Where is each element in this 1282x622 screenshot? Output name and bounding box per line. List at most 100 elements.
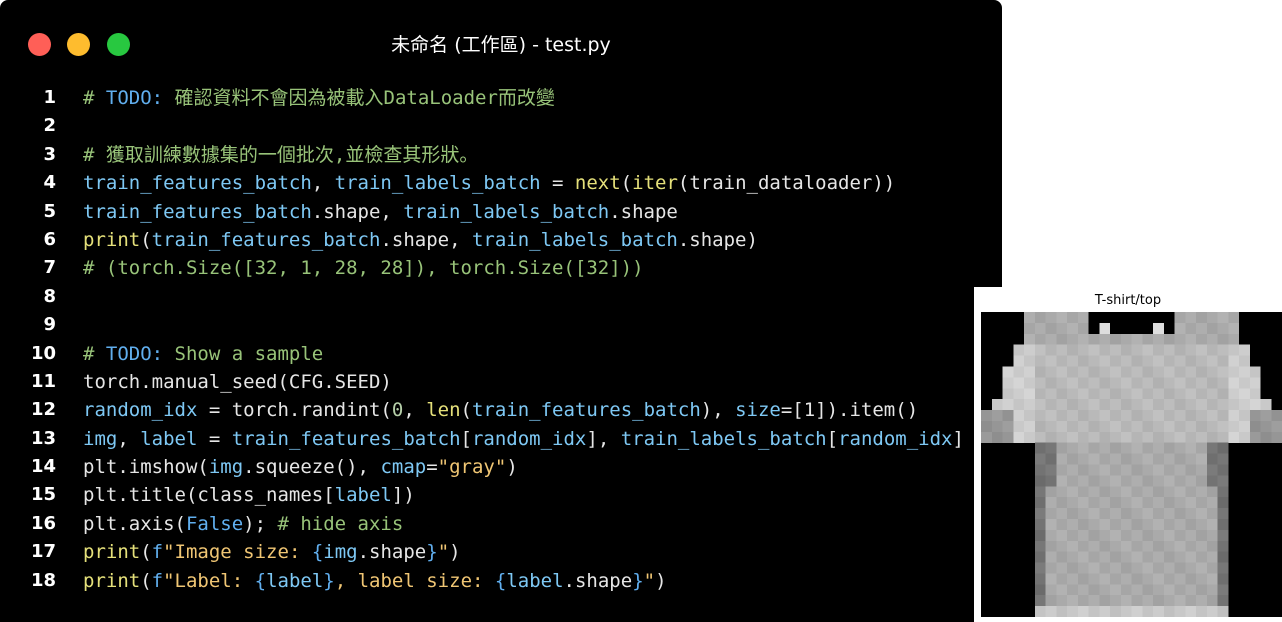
image-pixel	[1067, 333, 1078, 345]
image-pixel	[1056, 453, 1068, 465]
image-pixel	[1077, 453, 1089, 465]
image-pixel	[1142, 606, 1154, 617]
image-pixel	[1034, 333, 1046, 345]
image-pixel	[1099, 420, 1111, 433]
image-pixel	[1088, 497, 1100, 509]
code-line[interactable]: 10 # TODO: Show a sample	[0, 340, 1002, 368]
image-pixel	[1034, 453, 1046, 465]
code-line[interactable]: 6 print(train_features_batch.shape, train…	[0, 226, 1002, 254]
image-pixel	[1153, 388, 1164, 400]
image-pixel	[1163, 595, 1175, 607]
image-pixel	[1239, 410, 1250, 422]
image-pixel	[1099, 518, 1111, 531]
image-pixel	[1120, 410, 1132, 422]
image-pixel	[1206, 529, 1218, 541]
code-token: train_features_batch	[151, 228, 381, 251]
image-pixel	[1088, 562, 1100, 574]
code-token: {	[311, 541, 324, 564]
code-line[interactable]: 18 print(f"Label: {label}, label size: {l…	[0, 567, 1002, 595]
code-token: size	[735, 399, 781, 422]
line-number: 12	[30, 399, 56, 421]
code-line[interactable]: 5 train_features_batch.shape, train_label…	[0, 198, 1002, 226]
image-pixel	[1206, 595, 1218, 607]
image-pixel	[1163, 562, 1175, 574]
image-pixel	[1163, 399, 1175, 411]
image-pixel	[1174, 540, 1186, 552]
image-pixel	[991, 431, 1003, 443]
code-token: train_labels_batch	[471, 228, 678, 251]
code-line[interactable]: 7 # (torch.Size([32, 1, 28, 28]), torch.S…	[0, 254, 1002, 282]
image-pixel	[1045, 518, 1057, 531]
code-token: ,	[311, 172, 335, 195]
code-line[interactable]: 9	[0, 311, 1002, 339]
code-line[interactable]: 3 # 獲取訓練數據集的一個批次,並檢查其形狀。	[0, 141, 1002, 169]
image-pixel	[1174, 344, 1186, 356]
image-pixel	[1228, 355, 1240, 367]
image-pixel	[1206, 355, 1218, 367]
line-number: 2	[43, 115, 56, 137]
code-token: }	[632, 569, 644, 592]
image-pixel	[1077, 377, 1089, 389]
image-pixel	[1077, 355, 1089, 367]
code-area[interactable]: 1 # TODO: 確認資料不會因為被載入DataLoader而改變 2 3 # 獲取訓…	[0, 84, 1002, 595]
code-line[interactable]: 1 # TODO: 確認資料不會因為被載入DataLoader而改變	[0, 84, 1002, 112]
image-pixel	[1045, 540, 1057, 552]
image-pixel	[1120, 606, 1132, 617]
image-pixel	[1163, 333, 1175, 345]
image-pixel	[1067, 497, 1078, 509]
image-pixel	[1110, 420, 1121, 433]
image-pixel	[1067, 312, 1078, 324]
image-pixel	[1217, 410, 1229, 422]
image-pixel	[1067, 529, 1078, 541]
line-number: 18	[30, 569, 56, 591]
image-pixel	[1185, 312, 1197, 324]
image-pixel	[1185, 410, 1197, 422]
image-pixel	[1088, 410, 1100, 422]
image-pixel	[1120, 399, 1132, 411]
image-pixel	[1034, 355, 1046, 367]
image-pixel	[1099, 366, 1111, 378]
code-text: plt.axis(False); # hide axis	[83, 510, 403, 538]
image-pixel	[1088, 442, 1100, 454]
code-line[interactable]: 14 plt.imshow(img.squeeze(), cmap="gray")	[0, 453, 1002, 481]
image-pixel	[1185, 486, 1197, 498]
code-token: .shape	[609, 200, 678, 223]
title-bar: 未命名 (工作區) - test.py	[0, 0, 1002, 90]
image-pixel	[1131, 366, 1143, 378]
image-pixel	[1120, 475, 1132, 487]
image-pixel	[1196, 312, 1207, 324]
code-line[interactable]: 12 random_idx = torch.randint(0, len(trai…	[0, 396, 1002, 424]
image-pixel	[1099, 606, 1111, 617]
image-pixel	[1196, 453, 1207, 465]
code-line[interactable]: 8	[0, 283, 1002, 311]
image-pixel	[1110, 475, 1121, 487]
image-pixel	[1206, 442, 1218, 454]
image-pixel	[1099, 355, 1111, 367]
image-pixel	[1110, 573, 1121, 585]
code-token: )	[506, 456, 518, 479]
code-token: img	[83, 427, 118, 450]
image-pixel	[1249, 431, 1261, 443]
image-pixel	[1174, 366, 1186, 378]
code-line[interactable]: 2	[0, 112, 1002, 140]
code-line[interactable]: 17 print(f"Image size: {img.shape}")	[0, 538, 1002, 566]
code-line[interactable]: 11 torch.manual_seed(CFG.SEED)	[0, 368, 1002, 396]
image-pixel	[1185, 431, 1197, 443]
image-pixel	[1142, 344, 1154, 356]
code-line[interactable]: 15 plt.title(class_names[label])	[0, 481, 1002, 509]
line-number: 7	[43, 257, 56, 279]
line-number: 9	[43, 314, 56, 336]
image-pixel	[1217, 333, 1229, 345]
image-pixel	[1174, 399, 1186, 411]
image-pixel	[1077, 344, 1089, 356]
image-pixel	[1153, 584, 1164, 596]
image-pixel	[1142, 410, 1154, 422]
code-token: # (torch.Size([32, 1, 28, 28]), torch.Si…	[83, 257, 644, 280]
code-token: = torch.randint(	[197, 399, 392, 422]
code-line[interactable]: 4 train_features_batch, train_labels_batc…	[0, 169, 1002, 197]
code-token: f	[151, 569, 164, 592]
code-line[interactable]: 16 plt.axis(False); # hide axis	[0, 510, 1002, 538]
code-token: img	[323, 541, 358, 564]
image-pixel	[981, 410, 992, 422]
code-line[interactable]: 13 img, label = train_features_batch[rand…	[0, 425, 1002, 453]
